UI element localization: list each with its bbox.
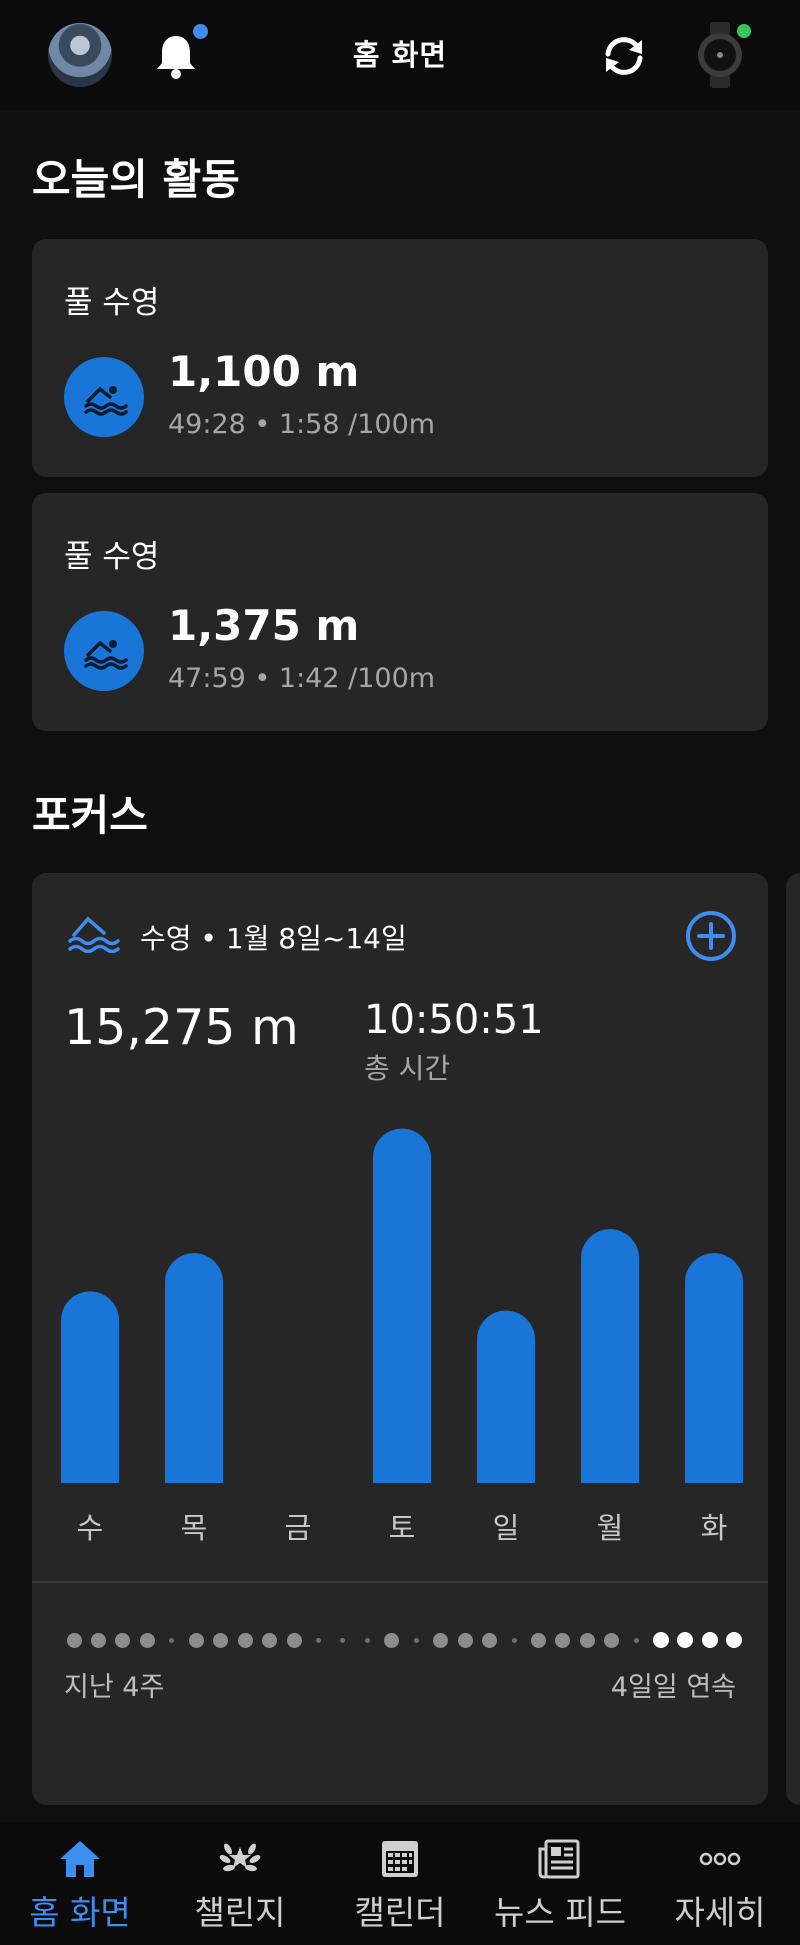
nav-item-label: 챌린지 <box>194 1893 286 1932</box>
activity-meta: 49:28 • 1:58 /100m <box>168 409 436 440</box>
chart-bar-1[interactable] <box>165 1253 223 1483</box>
today-section-title: 오늘의 활동 <box>32 155 240 204</box>
chart-day-label: 목 <box>180 1511 208 1545</box>
chart-day-label: 토 <box>388 1511 416 1545</box>
streak-dot <box>726 1632 742 1648</box>
nav-item-newsfeed[interactable]: 뉴스 피드 <box>480 1822 640 1945</box>
chart-bar-6[interactable] <box>685 1253 743 1483</box>
newspaper-icon <box>534 1837 586 1881</box>
weekly-bar-chart <box>61 1128 743 1483</box>
nav-item-calendar[interactable]: 캘린더 <box>320 1822 480 1945</box>
streak-dot <box>652 1632 669 1648</box>
chart-day-label: 월 <box>596 1511 624 1545</box>
sync-icon[interactable] <box>598 30 650 82</box>
streak-dot <box>555 1632 571 1648</box>
next-focus-card[interactable] <box>786 873 800 1805</box>
focus-card[interactable]: 수영 • 1월 8일~14일 15,275 m 10:50:51 총 시간 수목… <box>32 873 768 1805</box>
streak-dot <box>115 1632 131 1648</box>
activity-type: 풀 수영 <box>64 539 160 575</box>
home-icon <box>54 1837 106 1881</box>
streak-dot <box>511 1637 517 1643</box>
page-title: 홈 화면 <box>352 38 448 72</box>
activity-distance: 1,100 m <box>168 347 360 396</box>
streak-dot <box>482 1632 498 1648</box>
streak-dot <box>139 1632 155 1648</box>
streak-dot <box>677 1632 694 1648</box>
activity-distance: 1,375 m <box>168 601 360 650</box>
bottom-nav: 홈 화면 챌린지 캘린더 뉴스 피드 자세히 <box>0 1822 800 1945</box>
streak-dot <box>90 1632 106 1648</box>
streak-dot <box>262 1632 278 1648</box>
chart-day-label: 화 <box>700 1511 728 1545</box>
streak-dot <box>384 1632 400 1648</box>
nav-item-home[interactable]: 홈 화면 <box>0 1822 160 1945</box>
focus-section-title: 포커스 <box>32 791 148 840</box>
streak-dot <box>340 1637 346 1643</box>
streak-count-label: 4일일 연속 <box>610 1672 736 1703</box>
streak-period-label: 지난 4주 <box>64 1672 165 1703</box>
streak-dot <box>66 1632 82 1648</box>
streak-dot <box>579 1632 595 1648</box>
calendar-icon <box>374 1837 426 1881</box>
activity-type: 풀 수영 <box>64 285 160 321</box>
swim-icon <box>64 357 144 437</box>
device-connected-badge <box>737 24 751 38</box>
chart-bar-4[interactable] <box>477 1310 535 1483</box>
streak-dot <box>604 1632 620 1648</box>
top-bar: 홈 화면 <box>0 0 800 110</box>
streak-dot <box>364 1637 370 1643</box>
streak-dot <box>169 1637 175 1643</box>
nav-item-label: 뉴스 피드 <box>494 1893 626 1932</box>
streak-dot <box>286 1632 302 1648</box>
streak-dot <box>633 1637 639 1643</box>
divider <box>32 1581 768 1583</box>
nav-item-label: 캘린더 <box>354 1893 446 1932</box>
streak-dot <box>433 1632 449 1648</box>
nav-item-label: 홈 화면 <box>29 1893 131 1932</box>
streak-dot <box>213 1632 229 1648</box>
chart-bar-0[interactable] <box>61 1291 119 1483</box>
more-icon <box>694 1837 746 1881</box>
activity-card[interactable]: 풀 수영 1,100 m 49:28 • 1:58 /100m <box>32 239 768 477</box>
chart-bar-3[interactable] <box>373 1128 431 1483</box>
streak-dots <box>64 1630 744 1650</box>
swim-icon <box>64 611 144 691</box>
activity-meta: 47:59 • 1:42 /100m <box>168 663 436 694</box>
chart-day-label: 일 <box>492 1511 520 1545</box>
streak-dot <box>315 1637 321 1643</box>
streak-dot <box>237 1632 253 1648</box>
nav-item-more[interactable]: 자세히 <box>640 1822 800 1945</box>
chart-day-label: 수 <box>76 1511 104 1545</box>
laurel-icon <box>214 1837 266 1881</box>
streak-dot <box>530 1632 546 1648</box>
nav-item-label: 자세히 <box>674 1893 766 1932</box>
chart-bar-5[interactable] <box>581 1229 639 1483</box>
streak-dot <box>457 1632 473 1648</box>
streak-dot <box>701 1632 718 1648</box>
activity-card[interactable]: 풀 수영 1,375 m 47:59 • 1:42 /100m <box>32 493 768 731</box>
nav-item-challenges[interactable]: 챌린지 <box>160 1822 320 1945</box>
chart-day-label: 금 <box>284 1511 312 1545</box>
streak-dot <box>188 1632 204 1648</box>
streak-dot <box>413 1637 419 1643</box>
